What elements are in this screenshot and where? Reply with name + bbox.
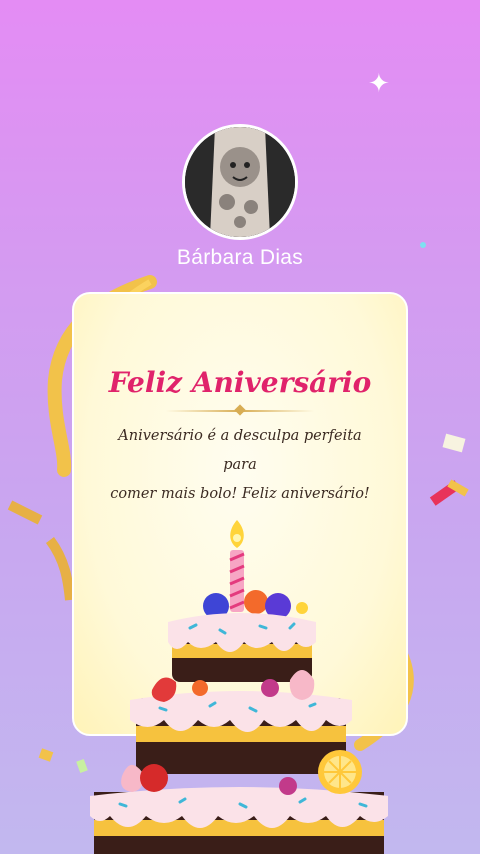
message-line: Aniversário é a desculpa perfeita para bbox=[118, 428, 362, 473]
card-message: Aniversário é a desculpa perfeita para c… bbox=[100, 422, 380, 509]
card-title: Feliz Aniversário bbox=[108, 366, 372, 399]
avatar[interactable] bbox=[182, 124, 298, 240]
message-line: comer mais bolo! Feliz aniversário! bbox=[110, 486, 370, 502]
birthday-cake-icon bbox=[90, 520, 388, 854]
profile-name: Bárbara Dias bbox=[176, 246, 304, 269]
avatar-photo bbox=[185, 127, 295, 237]
